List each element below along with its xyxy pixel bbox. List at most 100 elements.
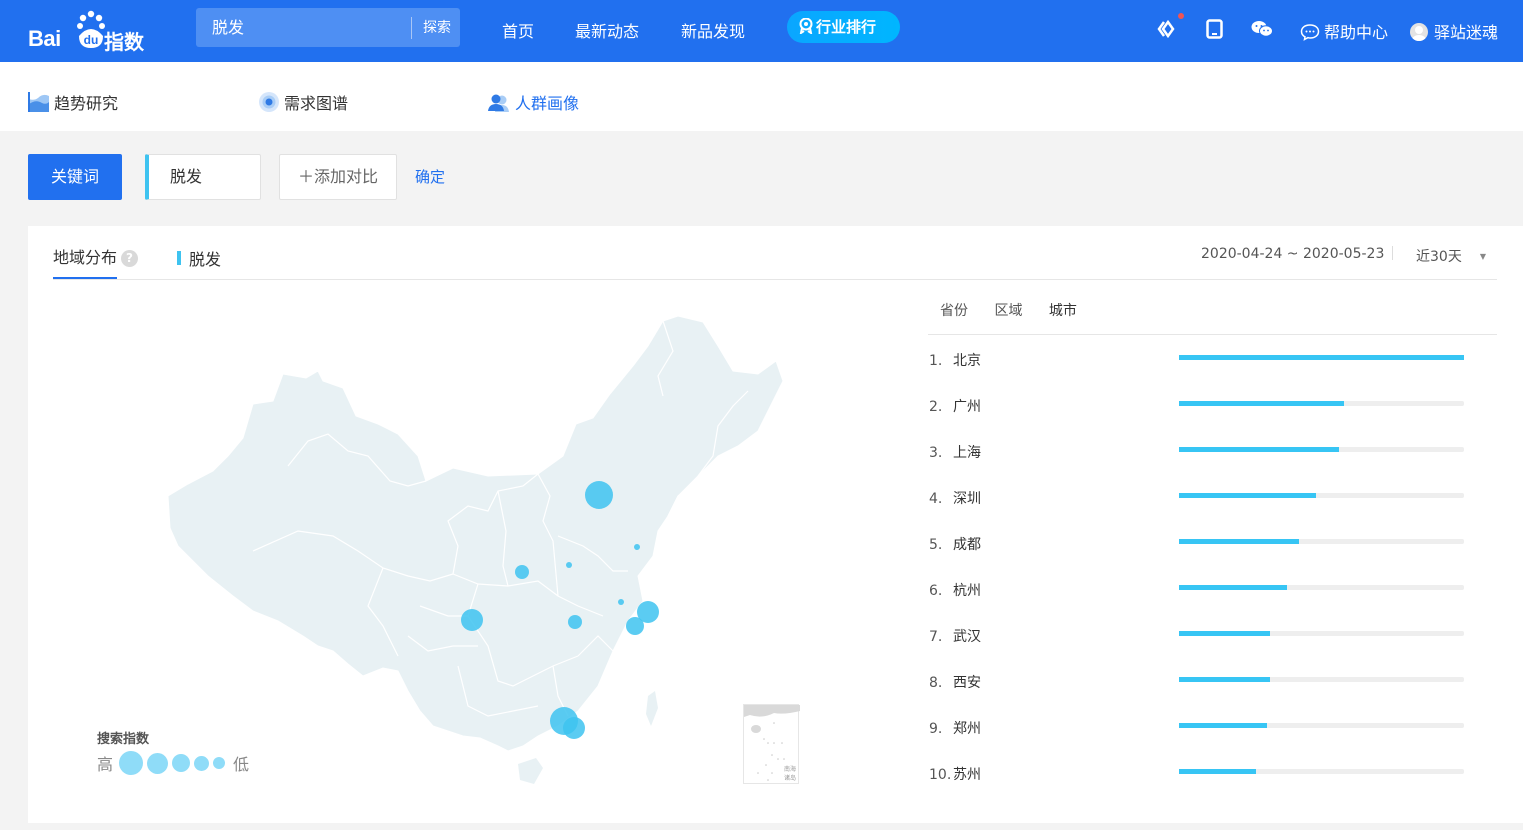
tab-province[interactable]: 省份 xyxy=(940,303,968,319)
city-name: 武汉 xyxy=(953,629,981,645)
city-name: 成都 xyxy=(953,537,981,553)
period-label: 近30天 xyxy=(1416,249,1462,265)
city-bubble[interactable] xyxy=(515,565,529,579)
legend-high: 高 xyxy=(97,755,114,774)
rank-bar-fill xyxy=(1179,631,1271,636)
date-range: 2020-04-24 ~ 2020-05-23 xyxy=(1201,246,1385,262)
rank-bar-track xyxy=(1179,723,1464,728)
city-bubble[interactable] xyxy=(461,609,483,631)
help-center-link[interactable]: 帮助中心 xyxy=(1300,19,1388,43)
paw-icon: du xyxy=(77,10,105,48)
city-bubble[interactable] xyxy=(634,544,640,550)
rank-number: 10. xyxy=(929,767,952,783)
subnav-trend-label: 趋势研究 xyxy=(54,94,119,113)
inset-label-1: 南海 xyxy=(784,765,796,773)
china-map-svg xyxy=(167,315,784,784)
rank-row: 10. 苏州 xyxy=(929,764,1469,784)
keyword-legend: 脱发 xyxy=(177,246,221,270)
rank-number: 3. xyxy=(929,445,943,461)
rank-city: 6. 杭州 xyxy=(929,580,981,600)
city-bubble[interactable] xyxy=(566,562,572,568)
rank-number: 4. xyxy=(929,491,943,507)
city-bubble[interactable] xyxy=(563,717,585,739)
baidu-index-logo[interactable]: Bai du 指数 xyxy=(28,10,148,54)
rank-city: 8. 西安 xyxy=(929,672,981,692)
help-center-label: 帮助中心 xyxy=(1324,23,1389,42)
wechat-icon[interactable] xyxy=(1251,19,1273,39)
rank-bar-fill xyxy=(1179,447,1339,452)
subnav-crowd-portrait[interactable]: 人群画像 xyxy=(487,90,579,114)
tab-region[interactable]: 区域 xyxy=(994,303,1022,319)
logo-text: Bai xyxy=(28,26,61,51)
rank-bar-track xyxy=(1179,769,1464,774)
rank-row: 2. 广州 xyxy=(929,396,1469,416)
rank-number: 8. xyxy=(929,675,943,691)
rank-city: 5. 成都 xyxy=(929,534,981,554)
keyword-chip[interactable]: 脱发 xyxy=(145,154,261,200)
subnav-crowd-label: 人群画像 xyxy=(515,94,580,113)
china-mainland-shape xyxy=(167,315,784,752)
rank-bar-fill xyxy=(1179,401,1345,406)
avatar xyxy=(1410,23,1428,41)
keyword-button[interactable]: 关键词 xyxy=(28,154,122,200)
period-dropdown[interactable]: 近30天 ▼ xyxy=(1416,246,1486,266)
people-icon xyxy=(488,94,509,112)
rank-number: 1. xyxy=(929,353,943,369)
username: 驿站迷魂 xyxy=(1434,23,1499,42)
rank-bar-track xyxy=(1179,677,1464,682)
rank-bar-track xyxy=(1179,401,1464,406)
rank-city: 7. 武汉 xyxy=(929,626,981,646)
tab-city[interactable]: 城市 xyxy=(1049,303,1077,319)
rank-row: 6. 杭州 xyxy=(929,580,1469,600)
city-bubble[interactable] xyxy=(585,481,613,509)
industry-ranking-button[interactable]: 行业排行 xyxy=(787,11,900,43)
legend-dot-2 xyxy=(147,752,169,774)
user-menu[interactable]: 驿站迷魂 xyxy=(1410,19,1498,43)
legend-dot-3 xyxy=(172,754,191,772)
svg-text:du: du xyxy=(84,33,99,47)
rank-city: 10. 苏州 xyxy=(929,764,981,784)
taiwan-island xyxy=(646,691,658,726)
notification-dot xyxy=(1178,13,1184,19)
subnav-trend-research[interactable]: 趋势研究 xyxy=(28,90,118,114)
tab-region-distribution[interactable]: 地域分布? xyxy=(53,244,139,268)
city-bubble[interactable] xyxy=(618,599,624,605)
explore-button[interactable]: 探索 xyxy=(423,8,451,47)
chat-bubble-icon xyxy=(1300,24,1320,41)
legend-low: 低 xyxy=(233,755,250,774)
nav-home[interactable]: 首页 xyxy=(502,18,534,42)
caret-down-icon: ▼ xyxy=(1479,252,1486,261)
rank-bar-fill xyxy=(1179,723,1268,728)
nav-latest[interactable]: 最新动态 xyxy=(575,18,639,42)
rank-city: 3. 上海 xyxy=(929,442,981,462)
subnav-demand-map[interactable]: 需求图谱 xyxy=(258,90,348,114)
rank-row: 4. 深圳 xyxy=(929,488,1469,508)
rank-bar-fill xyxy=(1179,585,1288,590)
tablet-icon[interactable] xyxy=(1206,19,1223,39)
nav-new-products[interactable]: 新品发现 xyxy=(681,18,745,42)
rank-tabs: 省份 区域 城市 xyxy=(940,300,1099,320)
search-input[interactable] xyxy=(212,8,402,47)
question-icon[interactable]: ? xyxy=(121,250,139,267)
code-brackets-icon[interactable] xyxy=(1157,19,1177,39)
city-bubble[interactable] xyxy=(626,617,644,635)
add-compare-button[interactable]: ＋添加对比 xyxy=(279,154,397,200)
rank-city: 4. 深圳 xyxy=(929,488,981,508)
rank-number: 6. xyxy=(929,583,943,599)
confirm-button[interactable]: 确定 xyxy=(415,166,445,187)
rank-row: 9. 郑州 xyxy=(929,718,1469,738)
city-name: 深圳 xyxy=(953,491,981,507)
date-divider xyxy=(1392,246,1393,260)
rank-row: 3. 上海 xyxy=(929,442,1469,462)
rank-bar-track xyxy=(1179,447,1464,452)
city-bubble[interactable] xyxy=(568,615,582,629)
south-china-sea-inset: 南海 诸岛 xyxy=(743,704,800,784)
rank-bar-track xyxy=(1179,539,1464,544)
rank-bar-track xyxy=(1179,493,1464,498)
city-name: 广州 xyxy=(953,399,981,415)
subnav-demand-label: 需求图谱 xyxy=(284,94,349,113)
rank-row: 1. 北京 xyxy=(929,350,1469,370)
rank-bar-fill xyxy=(1179,677,1271,682)
search-divider xyxy=(411,17,412,39)
hainan-island xyxy=(518,758,543,784)
